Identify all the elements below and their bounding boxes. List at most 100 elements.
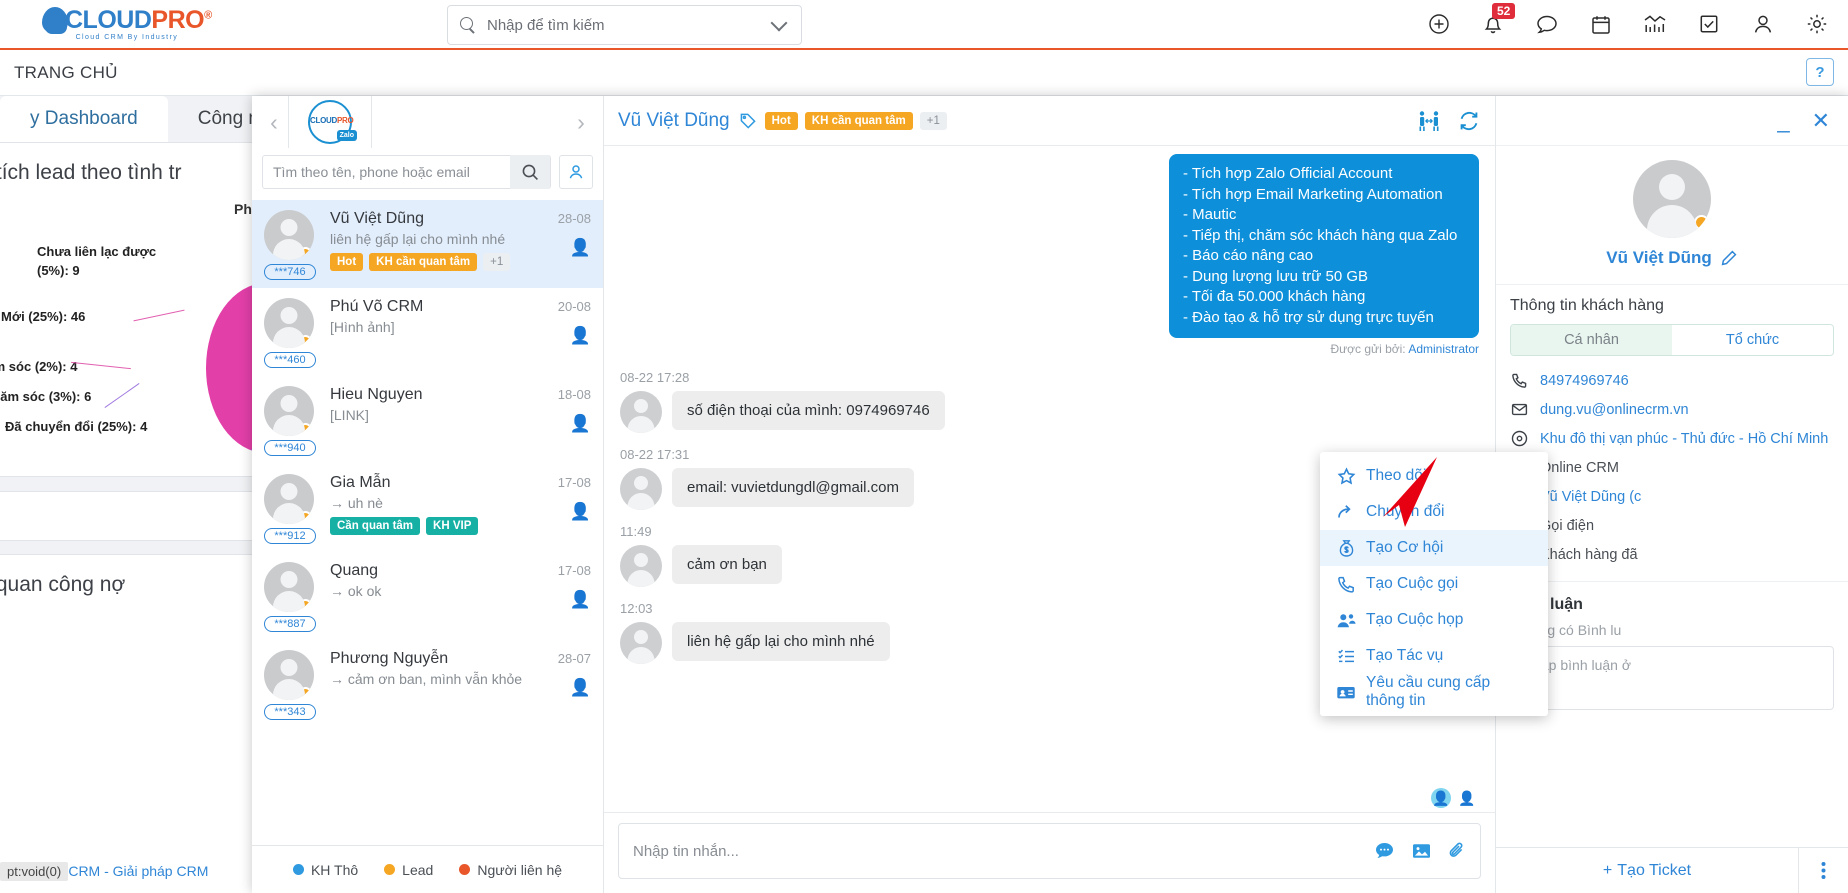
info-row-address[interactable]: Khu đô thị vạn phúc - Thủ đức - Hồ Chí M… (1510, 424, 1834, 453)
chat-window: ‹ CLOUDPRO Zalo › Tìm theo tên, phone ho… (252, 96, 1848, 893)
info-value-phone[interactable]: 84974969746 (1540, 373, 1629, 389)
chevron-left-icon[interactable]: ‹ (260, 108, 288, 136)
conversation-search-input[interactable] (263, 164, 510, 180)
quick-reply-icon[interactable] (1374, 841, 1395, 861)
create-ticket-button[interactable]: + Tạo Ticket (1496, 848, 1798, 893)
list-item[interactable]: ***912 Gia Mẫn 17-08 → uh nè Cần quan tâ… (252, 464, 603, 552)
status-dot (299, 423, 312, 436)
menu-label: Tạo Cơ hội (1366, 539, 1444, 556)
add-contact-icon[interactable] (559, 155, 593, 189)
pie-label-1: Mới (25%): 46 (1, 309, 86, 324)
close-icon[interactable]: ✕ (1812, 109, 1830, 132)
status-dot (299, 511, 312, 524)
info-row-company[interactable]: Online CRM (1510, 453, 1834, 482)
list-item[interactable]: ***460 Phú Võ CRM 20-08 [Hình ảnh] 👤 (252, 288, 603, 376)
conversation-date: 18-08 (557, 387, 591, 402)
tag-hot: Hot (764, 111, 798, 130)
segment-to-chuc[interactable]: Tổ chức (1672, 325, 1833, 355)
file-attach-icon[interactable] (1448, 841, 1466, 861)
oa-tab-cloudpro-zalo[interactable]: CLOUDPRO Zalo (288, 96, 372, 148)
chevron-down-icon[interactable] (770, 14, 788, 31)
list-item[interactable]: ***940 Hieu Nguyen 18-08 [LINK] 👤 (252, 376, 603, 464)
info-row-email[interactable]: dung.vu@onlinecrm.vn (1510, 395, 1834, 424)
conversation-date: 17-08 (557, 563, 591, 578)
chevron-right-icon[interactable]: › (567, 108, 595, 136)
context-menu[interactable]: Theo dõi Chuyển đổi Tạo Cơ hội Tạo Cuộc … (1320, 452, 1548, 716)
message-input-box[interactable] (618, 823, 1481, 879)
legend-label: KH Thô (310, 861, 359, 878)
menu-item-tao-tac-vu[interactable]: Tạo Tác vụ (1320, 638, 1548, 674)
status-dot (299, 599, 312, 612)
customer-name: Vũ Việt Dũng (1606, 248, 1712, 267)
conversation-preview: → uh nè (330, 495, 383, 511)
top-header-bar: CLOUDPRO® Cloud CRM By Industry 52 (0, 0, 1848, 50)
calendar-icon[interactable] (1588, 11, 1614, 37)
analytics-icon[interactable] (1642, 11, 1668, 37)
message-input[interactable] (633, 842, 1374, 860)
search-input[interactable] (487, 16, 773, 34)
edit-pencil-icon[interactable] (1720, 249, 1738, 267)
phone-chip: ***343 (264, 704, 316, 720)
info-row-note[interactable]: Khách hàng đã (1510, 540, 1834, 569)
user-icon[interactable] (1750, 11, 1776, 37)
message-timestamp: 08-22 17:28 (620, 370, 690, 386)
tag-icon[interactable] (739, 112, 757, 130)
phone-chip: ***460 (264, 352, 316, 368)
info-row-phone[interactable]: 84974969746 (1510, 366, 1834, 395)
image-attach-icon[interactable] (1411, 841, 1432, 861)
info-value-email[interactable]: dung.vu@onlinecrm.vn (1540, 402, 1689, 418)
pie-leader-line (133, 309, 185, 322)
minimize-icon[interactable]: _ (1777, 109, 1789, 132)
chat-contact-name[interactable]: Vũ Việt Dũng (618, 110, 730, 132)
transfer-conversation-icon[interactable] (1417, 110, 1441, 132)
brand-logo[interactable]: CLOUDPRO® Cloud CRM By Industry (42, 7, 232, 41)
menu-item-tao-co-hoi[interactable]: Tạo Cơ hội (1320, 530, 1548, 566)
global-search-box[interactable] (447, 5, 802, 45)
legend-label: Người liên hệ (477, 861, 563, 878)
oa-logo-text1: CLOUD (310, 116, 337, 125)
search-icon[interactable] (510, 155, 550, 189)
menu-item-tao-cuoc-hop[interactable]: Tạo Cuộc họp (1320, 602, 1548, 638)
avatar (264, 210, 314, 260)
checkbox-icon[interactable] (1696, 11, 1722, 37)
create-ticket-label: Tạo Ticket (1617, 861, 1692, 879)
pie-label-0: Chưa liên lạc được (5%): 9 (37, 244, 157, 278)
info-row-owner[interactable]: Vũ Việt Dũng (c (1510, 482, 1834, 511)
incoming-message-bubble: liên hệ gấp lại cho mình nhé (672, 622, 890, 662)
info-value-address[interactable]: Khu đô thị vạn phúc - Thủ đức - Hồ Chí M… (1540, 431, 1828, 447)
segment-ca-nhan[interactable]: Cá nhân (1511, 325, 1672, 355)
pie-label-3: Đang chăm sóc (3%): 6 (0, 389, 92, 404)
conversation-search-box[interactable] (262, 155, 551, 189)
phone-chip: ***940 (264, 440, 316, 456)
customer-info-title: Thông tin khách hàng (1510, 297, 1664, 314)
gear-icon[interactable] (1804, 11, 1830, 37)
comment-input[interactable]: Nhập bình luận ở (1510, 646, 1834, 710)
tag-more-count: +1 (919, 111, 947, 130)
refresh-icon[interactable] (1457, 110, 1481, 132)
composer-actions (1374, 841, 1466, 861)
menu-item-tao-cuoc-goi[interactable]: Tạo Cuộc gọi (1320, 566, 1548, 602)
help-button[interactable]: ? (1806, 58, 1834, 86)
list-item[interactable]: ***343 Phương Nguyễn 28-07 → cảm ơn ban,… (252, 640, 603, 728)
oa-tab-bar: ‹ CLOUDPRO Zalo › (252, 96, 603, 148)
money-bag-icon (1336, 539, 1356, 558)
footer-link[interactable]: ro CRM - Giải pháp CRM (52, 863, 208, 879)
plus-circle-icon[interactable] (1426, 11, 1452, 37)
info-value-call: Gọi điện (1540, 517, 1595, 534)
bell-icon[interactable]: 52 (1480, 3, 1516, 37)
info-value-owner[interactable]: Vũ Việt Dũng (c (1540, 489, 1641, 505)
info-row-call[interactable]: Gọi điện (1510, 511, 1834, 540)
menu-item-yeu-cau-cung-cap-thong-tin[interactable]: Yêu cầu cung cấp thông tin (1320, 674, 1548, 710)
more-options-icon[interactable] (1798, 848, 1848, 893)
incoming-message-row: số điện thoại của mình: 0974969746 (620, 391, 1479, 434)
tab-my-dashboard[interactable]: y Dashboard (0, 96, 168, 142)
list-item[interactable]: ***887 Quang 17-08 → ok ok 👤 (252, 552, 603, 640)
menu-item-theo-doi[interactable]: Theo dõi (1320, 458, 1548, 494)
list-item[interactable]: ***746 Vũ Việt Dũng 28-08 liên hệ gấp lạ… (252, 200, 603, 288)
tag-hot: Hot (330, 253, 364, 271)
message-composer (604, 812, 1495, 893)
menu-item-chuyen-doi[interactable]: Chuyển đổi (1320, 494, 1548, 530)
legend-item-nguoi-lien-he: Người liên hệ (459, 862, 562, 878)
conversation-list[interactable]: ***746 Vũ Việt Dũng 28-08 liên hệ gấp lạ… (252, 200, 603, 845)
chat-bubble-icon[interactable] (1534, 11, 1560, 37)
